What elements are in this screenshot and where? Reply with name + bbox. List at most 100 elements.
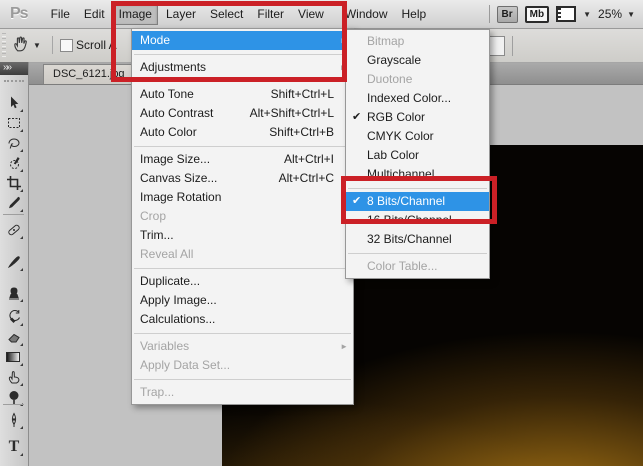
- zoom-level[interactable]: 25%: [598, 7, 622, 21]
- menu-separator: [132, 375, 353, 383]
- menu-item-multichannel[interactable]: Multichannel: [346, 165, 489, 184]
- menu-item-trim[interactable]: Trim...: [132, 226, 353, 245]
- menu-item-adjustments[interactable]: Adjustments►: [132, 58, 353, 77]
- menu-item-mode[interactable]: Mode►: [132, 31, 353, 50]
- panel-collapse-button[interactable]: »»: [0, 62, 28, 75]
- menu-item-label: 32 Bits/Channel: [367, 232, 452, 246]
- menu-item-trap: Trap...: [132, 383, 353, 402]
- menu-filter[interactable]: Filter: [251, 3, 290, 25]
- menu-item-label: Duplicate...: [140, 274, 200, 288]
- menu-item-label: 8 Bits/Channel: [367, 194, 445, 208]
- menu-image[interactable]: Image: [113, 3, 158, 25]
- menu-item-variables: Variables►: [132, 337, 353, 356]
- menu-help[interactable]: Help: [396, 3, 433, 25]
- gradient-tool[interactable]: [4, 347, 24, 367]
- menu-file[interactable]: File: [45, 3, 76, 25]
- lasso-tool[interactable]: [4, 133, 24, 153]
- menu-item-label: Indexed Color...: [367, 91, 451, 105]
- menu-shortcut: Shift+Ctrl+L: [271, 85, 334, 104]
- scroll-all-windows-checkbox[interactable]: [60, 39, 73, 52]
- menu-item-16-bits-channel[interactable]: 16 Bits/Channel: [346, 211, 489, 230]
- menu-window[interactable]: Window: [339, 3, 394, 25]
- menu-item-calculations[interactable]: Calculations...: [132, 310, 353, 329]
- menu-item-cmyk-color[interactable]: CMYK Color: [346, 127, 489, 146]
- menu-item-label: 16 Bits/Channel: [367, 213, 452, 227]
- menu-item-indexed-color[interactable]: Indexed Color...: [346, 89, 489, 108]
- menu-item-label: Variables: [140, 339, 189, 353]
- menu-edit[interactable]: Edit: [78, 3, 111, 25]
- menu-item-image-size[interactable]: Image Size... Alt+Ctrl+I: [132, 150, 353, 169]
- eraser-tool[interactable]: [4, 327, 24, 347]
- type-tool[interactable]: T: [4, 437, 24, 457]
- options-bar-field[interactable]: [489, 36, 505, 56]
- menu-item-crop: Crop: [132, 207, 353, 226]
- menu-item-apply-image[interactable]: Apply Image...: [132, 291, 353, 310]
- menubar-items: FileEditImageLayerSelectFilterView Window…: [44, 0, 434, 28]
- menu-separator: [132, 329, 353, 337]
- crop-tool[interactable]: [4, 173, 24, 193]
- pen-tool[interactable]: [4, 410, 24, 430]
- chevron-down-icon[interactable]: ▼: [583, 10, 591, 19]
- menu-item-image-rotation[interactable]: Image Rotation►: [132, 188, 353, 207]
- menu-item-canvas-size[interactable]: Canvas Size...Alt+Ctrl+C: [132, 169, 353, 188]
- clone-stamp-tool[interactable]: [4, 283, 24, 303]
- hand-icon: [12, 35, 30, 56]
- menu-item-bitmap: Bitmap: [346, 32, 489, 51]
- divider: [489, 5, 490, 23]
- menu-view[interactable]: View: [292, 3, 330, 25]
- menu-item-label: Auto Tone: [140, 87, 194, 101]
- hand-tool-options-button[interactable]: ▼: [12, 34, 46, 56]
- menu-item-label: Canvas Size...: [140, 171, 217, 185]
- menu-select[interactable]: Select: [204, 3, 249, 25]
- bridge-button[interactable]: Br: [497, 6, 518, 23]
- history-brush-tool[interactable]: [4, 307, 24, 327]
- menu-item-duotone: Duotone: [346, 70, 489, 89]
- menu-shortcut: Alt+Shift+Ctrl+L: [250, 104, 334, 123]
- scroll-all-windows-label: Scroll A: [76, 38, 132, 52]
- menu-item-grayscale[interactable]: Grayscale: [346, 51, 489, 70]
- brush-tool[interactable]: [4, 252, 24, 272]
- tool-separator: [3, 404, 24, 405]
- move-tool[interactable]: [4, 93, 24, 113]
- chevron-down-icon[interactable]: ▼: [627, 10, 635, 19]
- menu-item-label: Mode: [140, 33, 170, 47]
- menu-separator: [132, 77, 353, 85]
- tools-panel: »» T: [0, 62, 29, 466]
- options-bar-grip[interactable]: [2, 33, 6, 57]
- menu-item-label: Multichannel: [367, 167, 434, 181]
- panel-grip[interactable]: [4, 80, 24, 82]
- menu-item-label: Trap...: [140, 385, 174, 399]
- menu-item-lab-color[interactable]: Lab Color: [346, 146, 489, 165]
- menu-item-rgb-color[interactable]: ✔RGB Color: [346, 108, 489, 127]
- menu-item-label: Crop: [140, 209, 166, 223]
- screen-mode-icon[interactable]: [556, 6, 576, 22]
- rectangular-marquee-tool[interactable]: [4, 113, 24, 133]
- menu-item-label: RGB Color: [367, 110, 425, 124]
- menu-item-8-bits-channel[interactable]: ✔ 8 Bits/Channel: [346, 192, 489, 211]
- chevron-down-icon: ▼: [33, 41, 41, 50]
- menu-item-label: Image Size...: [140, 152, 210, 166]
- menu-item-label: Auto Color: [140, 125, 197, 139]
- menu-item-auto-contrast[interactable]: Auto ContrastAlt+Shift+Ctrl+L: [132, 104, 353, 123]
- menu-item-32-bits-channel[interactable]: 32 Bits/Channel: [346, 230, 489, 249]
- menu-shortcut: Alt+Ctrl+I: [284, 150, 334, 169]
- menu-item-color-table: Color Table...: [346, 257, 489, 276]
- menu-item-label: Lab Color: [367, 148, 419, 162]
- menu-separator: [346, 249, 489, 257]
- menu-bar: Ps FileEditImageLayerSelectFilterView Win…: [0, 0, 643, 29]
- photoshop-logo: Ps: [10, 5, 28, 23]
- eyedropper-tool[interactable]: [4, 193, 24, 213]
- menu-item-auto-tone[interactable]: Auto Tone Shift+Ctrl+L: [132, 85, 353, 104]
- menu-item-auto-color[interactable]: Auto ColorShift+Ctrl+B: [132, 123, 353, 142]
- menu-separator: [132, 50, 353, 58]
- menu-layer[interactable]: Layer: [160, 3, 202, 25]
- smudge-tool[interactable]: [4, 367, 24, 387]
- menu-item-duplicate[interactable]: Duplicate...: [132, 272, 353, 291]
- checkmark-icon: ✔: [352, 192, 361, 211]
- mode-submenu-dropdown: BitmapGrayscaleDuotoneIndexed Color...✔R…: [345, 29, 490, 279]
- mini-bridge-button[interactable]: Mb: [525, 6, 549, 23]
- spot-healing-brush-tool[interactable]: [4, 220, 24, 240]
- quick-selection-tool[interactable]: [4, 153, 24, 173]
- menu-item-label: Adjustments: [140, 60, 206, 74]
- menu-separator: [346, 184, 489, 192]
